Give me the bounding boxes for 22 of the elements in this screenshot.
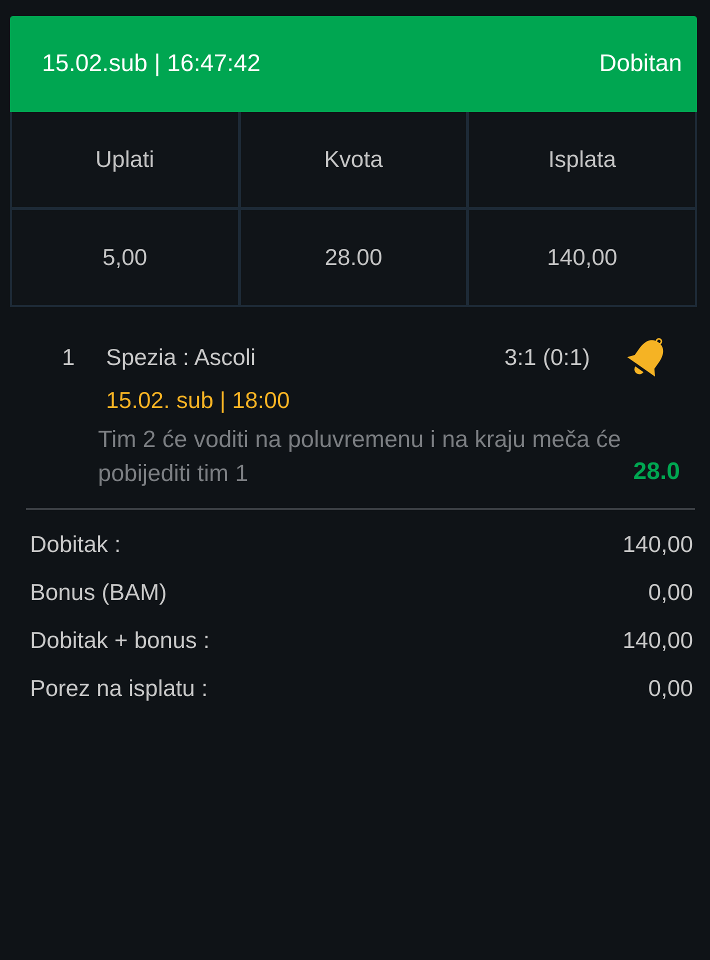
bet-pick: Tim 2 će voditi na poluvremenu i na kraju meča će pobijediti tim 1 bbox=[98, 425, 622, 488]
table-cell: 140,00 bbox=[469, 210, 695, 305]
match-start-time: 15.02. sub | 18:00 bbox=[106, 387, 291, 414]
ticket-datetime: 15.02.sub | 16:47:42 bbox=[42, 50, 260, 78]
total-value: 140,00 bbox=[622, 626, 693, 654]
table-cell: 28.00 bbox=[240, 210, 466, 305]
total-label: Dobitak + bonus : bbox=[30, 626, 210, 654]
ticket-status: Dobitan bbox=[599, 50, 682, 78]
total-value: 140,00 bbox=[622, 530, 693, 558]
total-label: Dobitak : bbox=[30, 530, 121, 558]
column-header: Uplati bbox=[12, 112, 238, 207]
table-cell: 5,00 bbox=[12, 210, 238, 305]
match-name: Spezia : Ascoli bbox=[106, 344, 257, 370]
total-label: Porez na isplatu : bbox=[30, 674, 208, 702]
total-value: 0,00 bbox=[648, 674, 693, 702]
total-label: Bonus (BAM) bbox=[30, 578, 167, 606]
total-value: 0,00 bbox=[648, 578, 693, 606]
column-header: Isplata bbox=[469, 112, 695, 207]
match-result: 3:1 (0:1) bbox=[504, 344, 590, 370]
event-number: 1 bbox=[62, 344, 76, 370]
column-header: Kvota bbox=[240, 112, 466, 207]
bet-odds: 28.0 bbox=[633, 458, 680, 486]
